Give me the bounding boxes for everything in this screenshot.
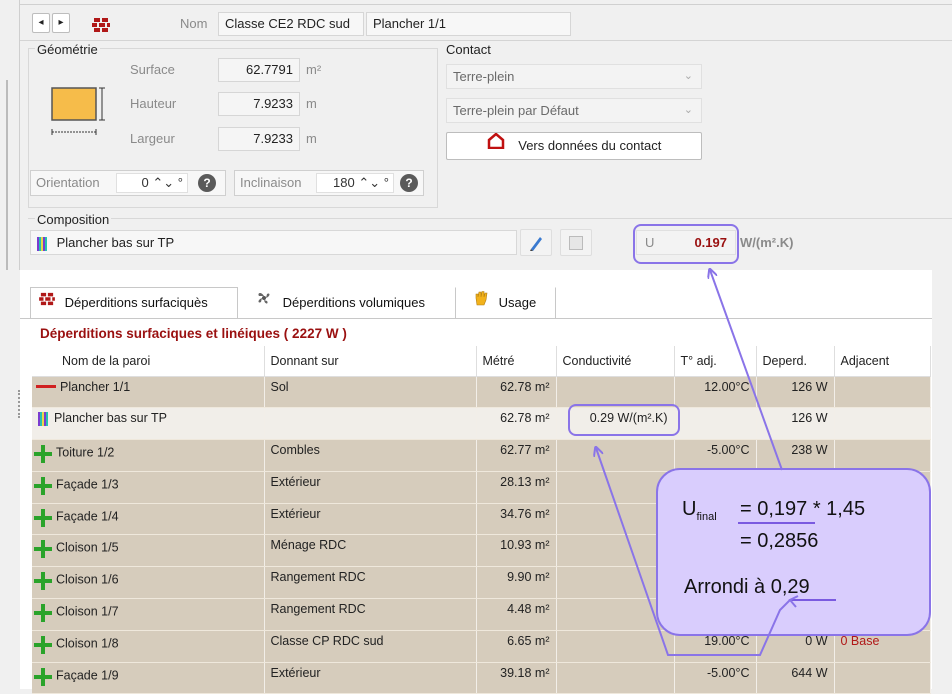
arrow-to-u-value [710,270,783,471]
arrow-to-rounded [596,448,791,656]
arrow-marker-rounded [788,595,799,608]
annotation-arrows [0,0,836,656]
